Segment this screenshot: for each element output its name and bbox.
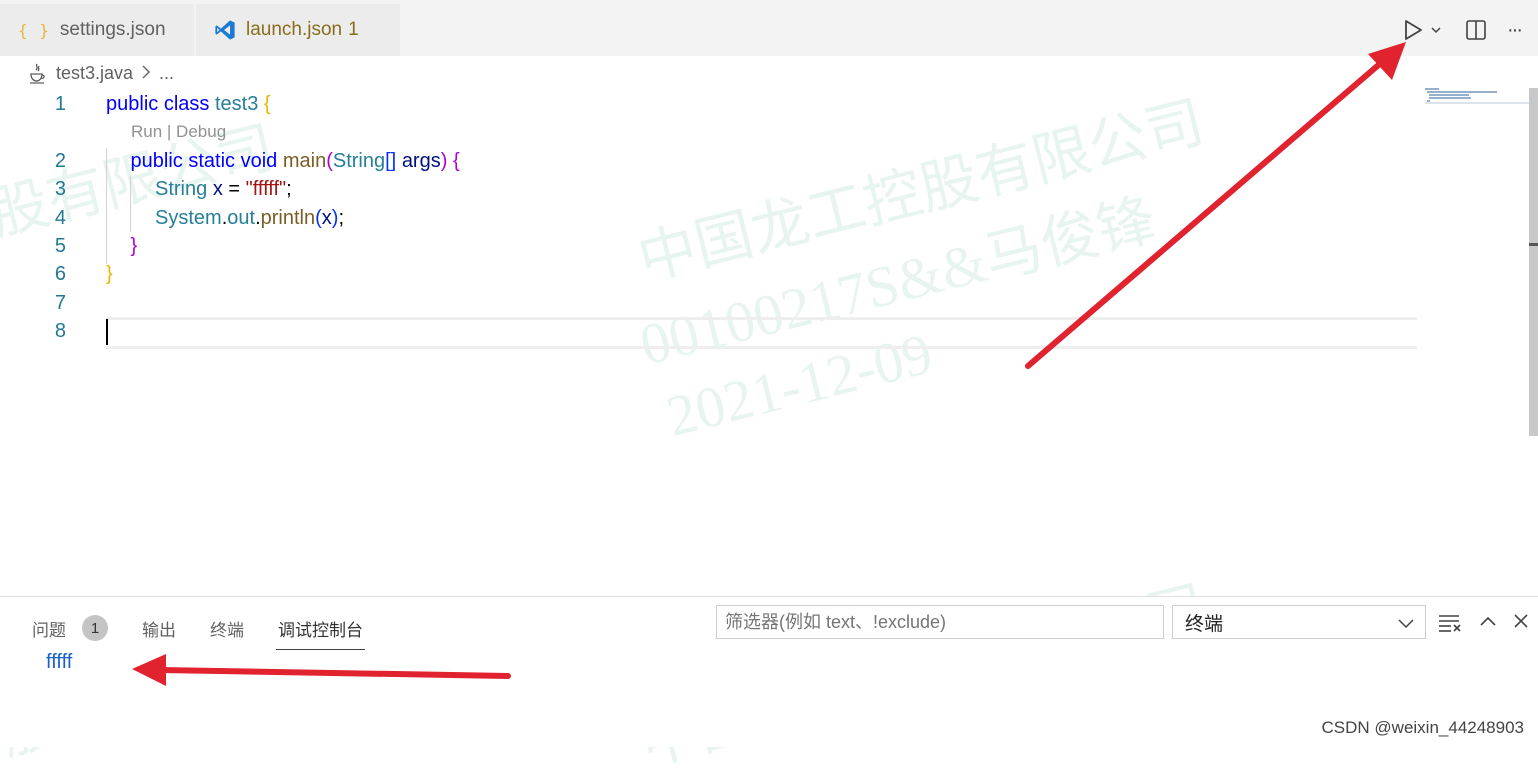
code-line[interactable]: 7 xyxy=(0,289,1425,317)
chevron-right-icon xyxy=(141,63,151,84)
indent-guide xyxy=(106,148,107,264)
code-token: class xyxy=(163,93,210,115)
code-token: args xyxy=(401,150,441,172)
line-number: 7 xyxy=(54,292,66,314)
output-channel-select[interactable]: 终端 xyxy=(1172,605,1426,639)
vscode-icon xyxy=(214,19,236,41)
codelens-run-debug[interactable]: Run | Debug xyxy=(131,122,226,142)
code-token: } xyxy=(106,263,113,285)
filter-input[interactable] xyxy=(716,605,1164,639)
breadcrumb-file[interactable]: test3.java xyxy=(56,63,133,84)
json-braces-icon: { } xyxy=(18,20,50,40)
scrollbar-cursor-marker xyxy=(1529,243,1538,246)
editor-actions: ··· xyxy=(1400,4,1538,56)
code-editor[interactable]: Run | Debug 1 public class test3 {2 public… xyxy=(0,88,1425,593)
panel-tabs: 问题 1 输出 终端 调试控制台 xyxy=(32,607,397,650)
code-line[interactable]: 2 public static void main(String[] args) … xyxy=(0,147,1425,175)
tab-terminal[interactable]: 终端 xyxy=(210,608,244,648)
code-token: public xyxy=(106,93,159,115)
tab-output[interactable]: 输出 xyxy=(142,608,176,648)
play-icon[interactable] xyxy=(1400,19,1426,41)
line-number: 5 xyxy=(54,235,66,257)
code-token: ( xyxy=(326,150,333,172)
code-token: = xyxy=(222,178,246,200)
line-number: 1 xyxy=(54,93,66,115)
tab-label: launch.json xyxy=(246,19,343,40)
line-number: 8 xyxy=(54,320,66,342)
code-token: public xyxy=(130,150,183,172)
problems-count-badge: 1 xyxy=(82,615,108,641)
tab-problems-label: 问题 xyxy=(32,620,66,640)
code-token: ( xyxy=(315,207,322,229)
code-token: ; xyxy=(338,207,345,229)
chevron-down-icon xyxy=(1397,614,1415,638)
breadcrumb-symbol[interactable]: ... xyxy=(159,63,174,84)
line-number: 4 xyxy=(54,207,66,229)
close-panel-icon[interactable] xyxy=(1513,613,1529,629)
breadcrumb: test3.java ... xyxy=(28,60,174,86)
line-number: 6 xyxy=(54,263,66,285)
clear-console-icon[interactable] xyxy=(1438,611,1462,635)
code-token: } xyxy=(130,235,138,257)
code-token: ; xyxy=(286,178,292,200)
code-line[interactable]: 8 xyxy=(0,317,1425,345)
line-number: 2 xyxy=(54,150,66,172)
select-value: 终端 xyxy=(1185,613,1224,635)
code-line[interactable]: 3 String x = "fffff"; xyxy=(0,175,1425,203)
indent-guide xyxy=(130,176,131,232)
debug-console-output: fffff xyxy=(46,651,73,673)
line-number: 3 xyxy=(54,178,66,200)
split-editor-icon[interactable] xyxy=(1456,19,1496,41)
code-text: } xyxy=(106,260,113,288)
ellipsis-icon[interactable]: ··· xyxy=(1496,19,1532,42)
vertical-scrollbar[interactable] xyxy=(1529,88,1538,436)
tab-debug-console[interactable]: 调试控制台 xyxy=(276,608,365,650)
code-text: String x = "fffff"; xyxy=(155,175,292,203)
code-line[interactable]: 4 System.out.println(x); xyxy=(0,204,1425,232)
code-token: static xyxy=(188,150,236,172)
bottom-panel: 问题 1 输出 终端 调试控制台 终端 fffff xyxy=(0,596,1538,747)
code-text: public static void main(String[] args) { xyxy=(131,147,460,175)
code-token: [] xyxy=(385,150,397,172)
code-token: out xyxy=(227,207,256,229)
chevron-down-icon[interactable] xyxy=(1426,24,1446,36)
tab-problems[interactable]: 问题 1 xyxy=(32,608,108,648)
problem-count-badge: 1 xyxy=(348,19,359,40)
tab-settings-json[interactable]: { } settings.json xyxy=(0,4,194,56)
maximize-panel-icon[interactable] xyxy=(1479,613,1497,631)
code-token: main xyxy=(282,150,327,172)
csdn-credit: CSDN @weixin_44248903 xyxy=(1321,718,1524,737)
code-token: { xyxy=(263,93,271,115)
code-token: println xyxy=(260,207,316,229)
code-token: String xyxy=(332,150,386,172)
code-line[interactable]: 1 public class test3 { xyxy=(0,90,1425,118)
code-token: System xyxy=(155,207,222,229)
minimap[interactable] xyxy=(1425,88,1530,128)
code-token: String xyxy=(155,178,208,200)
code-text: public class test3 { xyxy=(106,90,271,118)
code-text: } xyxy=(131,232,138,260)
code-token: test3 xyxy=(214,93,259,115)
code-token: "fffff" xyxy=(245,178,287,200)
tab-label: settings.json xyxy=(59,19,166,40)
java-file-icon xyxy=(28,62,46,84)
editor-tab-bar: { } settings.json launch.json 1 ··· xyxy=(0,0,1538,56)
code-token: { xyxy=(452,150,460,172)
code-line[interactable]: 6} xyxy=(0,260,1425,288)
tab-launch-json[interactable]: launch.json 1 xyxy=(196,4,400,56)
code-line[interactable]: 5} xyxy=(0,232,1425,260)
code-token: x xyxy=(321,207,332,229)
code-token: x xyxy=(212,178,223,200)
code-token: void xyxy=(240,150,278,172)
code-text: System.out.println(x); xyxy=(155,204,344,232)
